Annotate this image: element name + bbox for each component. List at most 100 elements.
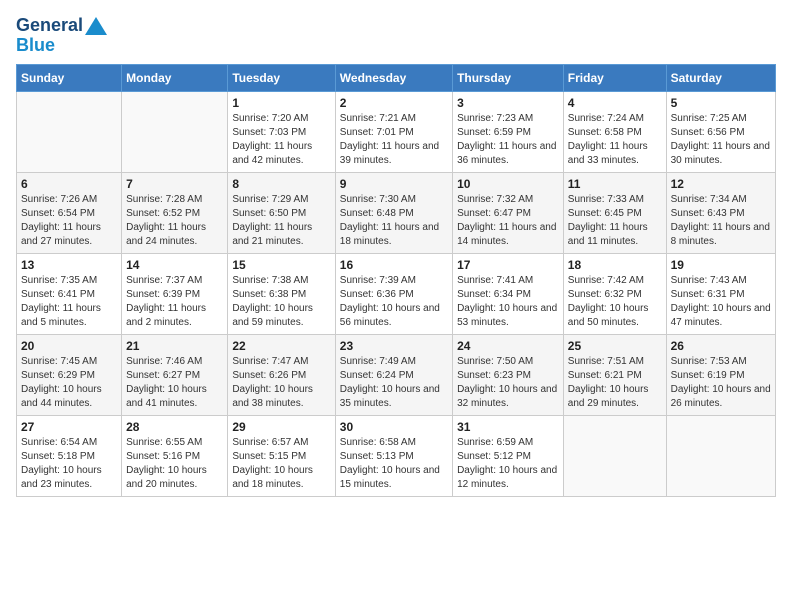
calendar-cell: 2 Sunrise: 7:21 AM Sunset: 7:01 PM Daylig… <box>335 91 452 172</box>
day-number: 31 <box>457 420 559 434</box>
calendar-cell: 26Sunrise: 7:53 AM Sunset: 6:19 PM Dayli… <box>666 334 775 415</box>
day-info: Sunrise: 7:35 AM Sunset: 6:41 PM Dayligh… <box>21 274 117 330</box>
day-number: 2 <box>340 96 448 110</box>
day-number: 19 <box>671 258 771 272</box>
logo-text-blue: Blue <box>16 36 55 56</box>
day-number: 11 <box>568 177 662 191</box>
calendar-week-row: 27Sunrise: 6:54 AM Sunset: 5:18 PM Dayli… <box>17 415 776 496</box>
day-info: Sunrise: 7:43 AM Sunset: 6:31 PM Dayligh… <box>671 274 771 330</box>
calendar-cell: 19 Sunrise: 7:43 AM Sunset: 6:31 PM Dayli… <box>666 253 775 334</box>
day-info: Sunrise: 6:57 AM Sunset: 5:15 PM Dayligh… <box>232 436 330 492</box>
day-info: Sunrise: 7:30 AM Sunset: 6:48 PM Dayligh… <box>340 193 448 249</box>
calendar-cell: 10Sunrise: 7:32 AM Sunset: 6:47 PM Dayli… <box>453 172 564 253</box>
day-info: Sunrise: 7:23 AM Sunset: 6:59 PM Dayligh… <box>457 112 559 168</box>
day-number: 25 <box>568 339 662 353</box>
logo-text-general: General <box>16 16 83 36</box>
day-info: Sunrise: 7:26 AM Sunset: 6:54 PM Dayligh… <box>21 193 117 249</box>
day-info: Sunrise: 6:58 AM Sunset: 5:13 PM Dayligh… <box>340 436 448 492</box>
day-info: Sunrise: 7:42 AM Sunset: 6:32 PM Dayligh… <box>568 274 662 330</box>
day-info: Sunrise: 6:55 AM Sunset: 5:16 PM Dayligh… <box>126 436 223 492</box>
calendar-header-saturday: Saturday <box>666 64 775 91</box>
day-info: Sunrise: 7:37 AM Sunset: 6:39 PM Dayligh… <box>126 274 223 330</box>
day-number: 5 <box>671 96 771 110</box>
day-info: Sunrise: 7:32 AM Sunset: 6:47 PM Dayligh… <box>457 193 559 249</box>
calendar-cell: 23Sunrise: 7:49 AM Sunset: 6:24 PM Dayli… <box>335 334 452 415</box>
calendar-header-thursday: Thursday <box>453 64 564 91</box>
calendar-cell: 21 Sunrise: 7:46 AM Sunset: 6:27 PM Dayli… <box>122 334 228 415</box>
calendar-cell: 31 Sunrise: 6:59 AM Sunset: 5:12 PM Dayli… <box>453 415 564 496</box>
calendar-header-tuesday: Tuesday <box>228 64 335 91</box>
calendar-cell: 6Sunrise: 7:26 AM Sunset: 6:54 PM Daylig… <box>17 172 122 253</box>
day-info: Sunrise: 7:20 AM Sunset: 7:03 PM Dayligh… <box>232 112 330 168</box>
day-number: 16 <box>340 258 448 272</box>
calendar-week-row: 6Sunrise: 7:26 AM Sunset: 6:54 PM Daylig… <box>17 172 776 253</box>
calendar-header-wednesday: Wednesday <box>335 64 452 91</box>
day-info: Sunrise: 7:46 AM Sunset: 6:27 PM Dayligh… <box>126 355 223 411</box>
calendar-week-row: 13 Sunrise: 7:35 AM Sunset: 6:41 PM Dayli… <box>17 253 776 334</box>
calendar-week-row: 1Sunrise: 7:20 AM Sunset: 7:03 PM Daylig… <box>17 91 776 172</box>
day-number: 22 <box>232 339 330 353</box>
calendar-cell <box>122 91 228 172</box>
calendar-cell: 8Sunrise: 7:29 AM Sunset: 6:50 PM Daylig… <box>228 172 335 253</box>
day-info: Sunrise: 7:38 AM Sunset: 6:38 PM Dayligh… <box>232 274 330 330</box>
day-info: Sunrise: 7:25 AM Sunset: 6:56 PM Dayligh… <box>671 112 771 168</box>
header: General Blue <box>16 16 776 56</box>
calendar-cell: 28 Sunrise: 6:55 AM Sunset: 5:16 PM Dayli… <box>122 415 228 496</box>
day-number: 17 <box>457 258 559 272</box>
calendar-cell: 4Sunrise: 7:24 AM Sunset: 6:58 PM Daylig… <box>563 91 666 172</box>
day-info: Sunrise: 7:45 AM Sunset: 6:29 PM Dayligh… <box>21 355 117 411</box>
calendar-cell: 14 Sunrise: 7:37 AM Sunset: 6:39 PM Dayli… <box>122 253 228 334</box>
calendar-week-row: 20Sunrise: 7:45 AM Sunset: 6:29 PM Dayli… <box>17 334 776 415</box>
calendar-cell: 22 Sunrise: 7:47 AM Sunset: 6:26 PM Dayli… <box>228 334 335 415</box>
calendar-cell: 20Sunrise: 7:45 AM Sunset: 6:29 PM Dayli… <box>17 334 122 415</box>
calendar-header-row: SundayMondayTuesdayWednesdayThursdayFrid… <box>17 64 776 91</box>
day-info: Sunrise: 7:24 AM Sunset: 6:58 PM Dayligh… <box>568 112 662 168</box>
day-info: Sunrise: 7:29 AM Sunset: 6:50 PM Dayligh… <box>232 193 330 249</box>
day-info: Sunrise: 7:50 AM Sunset: 6:23 PM Dayligh… <box>457 355 559 411</box>
day-number: 26 <box>671 339 771 353</box>
day-info: Sunrise: 7:21 AM Sunset: 7:01 PM Dayligh… <box>340 112 448 168</box>
calendar-header-friday: Friday <box>563 64 666 91</box>
calendar-cell: 24 Sunrise: 7:50 AM Sunset: 6:23 PM Dayli… <box>453 334 564 415</box>
day-number: 12 <box>671 177 771 191</box>
day-info: Sunrise: 6:54 AM Sunset: 5:18 PM Dayligh… <box>21 436 117 492</box>
day-number: 18 <box>568 258 662 272</box>
calendar-header-monday: Monday <box>122 64 228 91</box>
day-info: Sunrise: 7:34 AM Sunset: 6:43 PM Dayligh… <box>671 193 771 249</box>
day-info: Sunrise: 7:39 AM Sunset: 6:36 PM Dayligh… <box>340 274 448 330</box>
day-number: 28 <box>126 420 223 434</box>
calendar-cell: 7 Sunrise: 7:28 AM Sunset: 6:52 PM Daylig… <box>122 172 228 253</box>
day-number: 30 <box>340 420 448 434</box>
calendar-cell: 13 Sunrise: 7:35 AM Sunset: 6:41 PM Dayli… <box>17 253 122 334</box>
calendar-cell: 3 Sunrise: 7:23 AM Sunset: 6:59 PM Daylig… <box>453 91 564 172</box>
day-info: Sunrise: 7:47 AM Sunset: 6:26 PM Dayligh… <box>232 355 330 411</box>
day-number: 13 <box>21 258 117 272</box>
calendar-cell: 27Sunrise: 6:54 AM Sunset: 5:18 PM Dayli… <box>17 415 122 496</box>
day-number: 24 <box>457 339 559 353</box>
day-info: Sunrise: 7:49 AM Sunset: 6:24 PM Dayligh… <box>340 355 448 411</box>
calendar-cell: 1Sunrise: 7:20 AM Sunset: 7:03 PM Daylig… <box>228 91 335 172</box>
calendar-cell: 16 Sunrise: 7:39 AM Sunset: 6:36 PM Dayli… <box>335 253 452 334</box>
day-info: Sunrise: 7:33 AM Sunset: 6:45 PM Dayligh… <box>568 193 662 249</box>
day-number: 9 <box>340 177 448 191</box>
calendar-cell: 15 Sunrise: 7:38 AM Sunset: 6:38 PM Dayli… <box>228 253 335 334</box>
day-info: Sunrise: 7:41 AM Sunset: 6:34 PM Dayligh… <box>457 274 559 330</box>
day-number: 14 <box>126 258 223 272</box>
calendar-cell: 9 Sunrise: 7:30 AM Sunset: 6:48 PM Daylig… <box>335 172 452 253</box>
calendar-cell <box>563 415 666 496</box>
calendar-cell <box>17 91 122 172</box>
day-number: 3 <box>457 96 559 110</box>
calendar-cell: 5 Sunrise: 7:25 AM Sunset: 6:56 PM Daylig… <box>666 91 775 172</box>
day-info: Sunrise: 6:59 AM Sunset: 5:12 PM Dayligh… <box>457 436 559 492</box>
day-number: 7 <box>126 177 223 191</box>
calendar-cell: 30 Sunrise: 6:58 AM Sunset: 5:13 PM Dayli… <box>335 415 452 496</box>
calendar-cell: 25Sunrise: 7:51 AM Sunset: 6:21 PM Dayli… <box>563 334 666 415</box>
day-number: 15 <box>232 258 330 272</box>
day-info: Sunrise: 7:28 AM Sunset: 6:52 PM Dayligh… <box>126 193 223 249</box>
calendar-cell: 29 Sunrise: 6:57 AM Sunset: 5:15 PM Dayli… <box>228 415 335 496</box>
calendar-cell: 11 Sunrise: 7:33 AM Sunset: 6:45 PM Dayli… <box>563 172 666 253</box>
day-number: 29 <box>232 420 330 434</box>
calendar-header-sunday: Sunday <box>17 64 122 91</box>
day-number: 21 <box>126 339 223 353</box>
logo: General Blue <box>16 16 107 56</box>
